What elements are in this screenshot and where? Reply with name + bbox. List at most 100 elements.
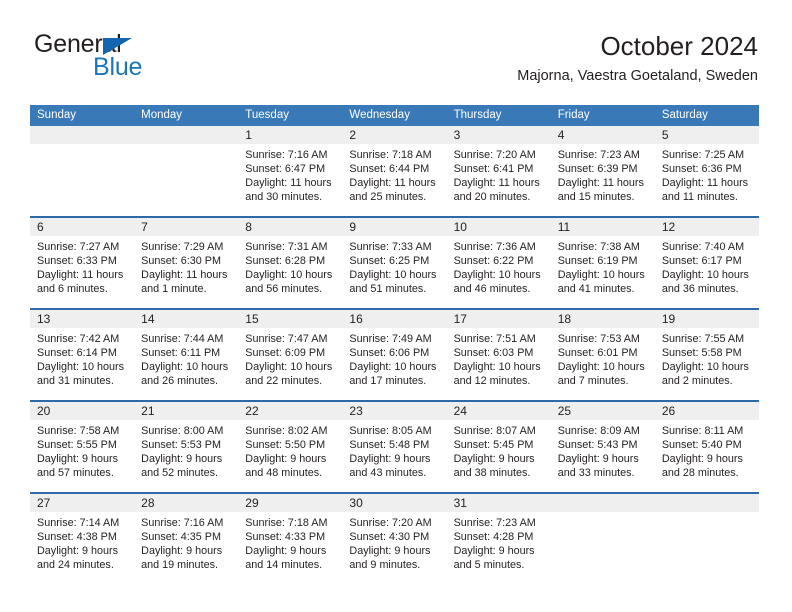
daylight-text-cont: and 41 minutes. (557, 283, 635, 296)
day-cell[interactable]: Sunrise: 8:09 AM Sunset: 5:43 PM Daylight:… (551, 420, 655, 492)
day-cell[interactable]: Sunrise: 7:47 AM Sunset: 6:09 PM Daylight:… (238, 328, 342, 400)
sunrise-text: Sunrise: 7:16 AM (141, 517, 224, 529)
daylight-text-cont: and 1 minute. (141, 283, 207, 296)
day-cell[interactable]: Sunrise: 8:00 AM Sunset: 5:53 PM Daylight:… (134, 420, 238, 492)
day-number[interactable]: 10 (447, 218, 551, 236)
day-number[interactable]: 28 (134, 494, 238, 512)
daylight-text: Daylight: 11 hours (557, 177, 644, 190)
daylight-text: Daylight: 10 hours (557, 361, 645, 374)
weekday-header-sunday: Sunday (37, 109, 77, 121)
day-cell[interactable]: Sunrise: 8:05 AM Sunset: 5:48 PM Daylight:… (342, 420, 446, 492)
day-number[interactable]: 8 (238, 218, 342, 236)
sunrise-text: Sunrise: 7:25 AM (661, 149, 745, 161)
day-number[interactable]: 18 (551, 310, 655, 328)
day-number[interactable]: 3 (447, 126, 551, 144)
day-cell[interactable]: Sunrise: 7:20 AM Sunset: 4:30 PM Daylight:… (342, 512, 446, 584)
weekday-header-wednesday: Wednesday (349, 109, 410, 121)
day-cell[interactable]: Sunrise: 7:42 AM Sunset: 6:14 PM Daylight:… (30, 328, 134, 400)
day-cell[interactable]: Sunrise: 7:40 AM Sunset: 6:17 PM Daylight:… (655, 236, 759, 308)
day-number-empty (655, 494, 759, 512)
day-cell[interactable]: Sunrise: 7:53 AM Sunset: 6:01 PM Daylight:… (551, 328, 655, 400)
day-cell[interactable]: Sunrise: 7:14 AM Sunset: 4:38 PM Daylight:… (30, 512, 134, 584)
day-cell[interactable]: Sunrise: 7:38 AM Sunset: 6:19 PM Daylight:… (551, 236, 655, 308)
sunset-text: Sunset: 6:25 PM (349, 255, 430, 268)
weekday-header-monday: Monday (141, 109, 183, 121)
day-cell[interactable]: Sunrise: 7:58 AM Sunset: 5:55 PM Daylight:… (30, 420, 134, 492)
day-cell[interactable]: Sunrise: 7:49 AM Sunset: 6:06 PM Daylight:… (342, 328, 446, 400)
daylight-text-cont: and 26 minutes. (141, 375, 218, 388)
sunrise-text: Sunrise: 7:23 AM (453, 517, 536, 529)
general-blue-logo: General Blue (34, 30, 274, 86)
day-cell[interactable]: Sunrise: 7:27 AM Sunset: 6:33 PM Daylight:… (30, 236, 134, 308)
day-number[interactable]: 31 (447, 494, 551, 512)
day-cell[interactable]: Sunrise: 7:18 AM Sunset: 6:44 PM Daylight:… (342, 144, 446, 216)
day-number[interactable]: 15 (238, 310, 342, 328)
sunrise-text: Sunrise: 8:09 AM (557, 425, 640, 437)
day-number[interactable]: 20 (30, 402, 134, 420)
daylight-text: Daylight: 11 hours (661, 177, 749, 190)
sunset-text: Sunset: 4:33 PM (245, 531, 326, 544)
day-number[interactable]: 22 (238, 402, 342, 420)
daylight-text-cont: and 2 minutes. (661, 375, 733, 388)
day-number[interactable]: 4 (551, 126, 655, 144)
day-number[interactable]: 7 (134, 218, 238, 236)
daylight-text-cont: and 19 minutes. (141, 559, 218, 572)
daylight-text: Daylight: 10 hours (245, 361, 333, 374)
daylight-text-cont: and 38 minutes. (453, 467, 531, 480)
day-number[interactable]: 11 (551, 218, 655, 236)
day-cell[interactable]: Sunrise: 7:25 AM Sunset: 6:36 PM Daylight:… (655, 144, 759, 216)
sunrise-text: Sunrise: 7:53 AM (557, 333, 640, 345)
day-cell[interactable]: Sunrise: 7:51 AM Sunset: 6:03 PM Daylight:… (447, 328, 551, 400)
day-number[interactable]: 21 (134, 402, 238, 420)
day-number[interactable]: 19 (655, 310, 759, 328)
day-number[interactable]: 14 (134, 310, 238, 328)
day-cell[interactable]: Sunrise: 7:20 AM Sunset: 6:41 PM Daylight:… (447, 144, 551, 216)
sunrise-text: Sunrise: 7:18 AM (245, 517, 328, 529)
day-cell[interactable]: Sunrise: 7:36 AM Sunset: 6:22 PM Daylight:… (447, 236, 551, 308)
day-cell[interactable]: Sunrise: 8:11 AM Sunset: 5:40 PM Daylight:… (655, 420, 759, 492)
weekday-header-row: Sunday Monday Tuesday Wednesday Thursday Frid… (30, 105, 759, 126)
day-number[interactable]: 6 (30, 218, 134, 236)
daylight-text-cont: and 17 minutes. (349, 375, 427, 388)
day-number[interactable]: 17 (447, 310, 551, 328)
day-number[interactable]: 13 (30, 310, 134, 328)
day-number[interactable]: 23 (342, 402, 446, 420)
day-number[interactable]: 1 (238, 126, 342, 144)
daylight-text: Daylight: 9 hours (349, 545, 431, 558)
calendar-week-row: 20 21 22 23 24 25 26 Sunrise: 7:58 AM Sunset: 5:… (30, 400, 759, 492)
sunrise-text: Sunrise: 7:47 AM (245, 333, 328, 345)
day-number[interactable]: 25 (551, 402, 655, 420)
day-cell[interactable]: Sunrise: 7:33 AM Sunset: 6:25 PM Daylight:… (342, 236, 446, 308)
day-number[interactable]: 12 (655, 218, 759, 236)
day-number[interactable]: 27 (30, 494, 134, 512)
day-cell[interactable]: Sunrise: 8:02 AM Sunset: 5:50 PM Daylight:… (238, 420, 342, 492)
daylight-text: Daylight: 9 hours (37, 453, 119, 466)
day-cell[interactable]: Sunrise: 7:23 AM Sunset: 6:39 PM Daylight:… (551, 144, 655, 216)
day-cell[interactable]: Sunrise: 7:31 AM Sunset: 6:28 PM Daylight:… (238, 236, 342, 308)
day-cell-empty (134, 144, 238, 216)
calendar-week-row: 1 2 3 4 5 Sunrise: 7:16 AM Sunset: 6:47 PM Dayl… (30, 126, 759, 216)
day-number[interactable]: 29 (238, 494, 342, 512)
day-cell[interactable]: Sunrise: 7:18 AM Sunset: 4:33 PM Daylight:… (238, 512, 342, 584)
day-number[interactable]: 24 (447, 402, 551, 420)
day-cell[interactable]: Sunrise: 7:29 AM Sunset: 6:30 PM Daylight:… (134, 236, 238, 308)
day-cell[interactable]: Sunrise: 7:16 AM Sunset: 4:35 PM Daylight:… (134, 512, 238, 584)
daylight-text-cont: and 51 minutes. (349, 283, 427, 296)
day-cell-empty (30, 144, 134, 216)
day-cell[interactable]: Sunrise: 8:07 AM Sunset: 5:45 PM Daylight:… (447, 420, 551, 492)
day-number[interactable]: 16 (342, 310, 446, 328)
day-cell[interactable]: Sunrise: 7:16 AM Sunset: 6:47 PM Daylight:… (238, 144, 342, 216)
day-number[interactable]: 9 (342, 218, 446, 236)
day-number[interactable]: 2 (342, 126, 446, 144)
day-cell[interactable]: Sunrise: 7:44 AM Sunset: 6:11 PM Daylight:… (134, 328, 238, 400)
day-number[interactable]: 5 (655, 126, 759, 144)
day-cell[interactable]: Sunrise: 7:55 AM Sunset: 5:58 PM Daylight:… (655, 328, 759, 400)
daylight-text: Daylight: 9 hours (141, 453, 223, 466)
day-number[interactable]: 30 (342, 494, 446, 512)
daylight-text-cont: and 43 minutes. (349, 467, 427, 480)
day-cell[interactable]: Sunrise: 7:23 AM Sunset: 4:28 PM Daylight:… (447, 512, 551, 584)
day-number[interactable]: 26 (655, 402, 759, 420)
daylight-text: Daylight: 11 hours (349, 177, 436, 190)
sunset-text: Sunset: 6:41 PM (453, 163, 534, 176)
weekday-header-thursday: Thursday (453, 109, 502, 121)
